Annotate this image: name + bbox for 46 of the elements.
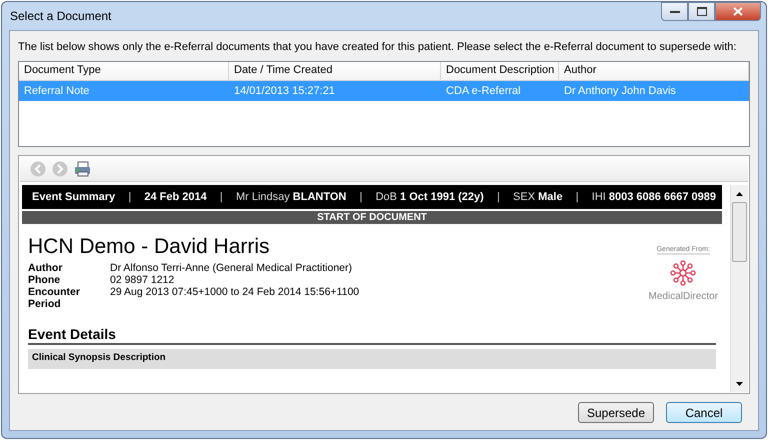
printer-icon[interactable] xyxy=(74,161,91,177)
window-title: Select a Document xyxy=(10,9,112,23)
field-label: Phone xyxy=(28,274,62,286)
table-cell-text: Dr Anthony John Davis xyxy=(563,85,677,97)
banner-text: SEX Male xyxy=(513,191,563,203)
field-value: 02 9897 1212 xyxy=(110,274,176,286)
field-label: Author xyxy=(28,262,64,274)
column-header[interactable]: Date / Time Created xyxy=(229,62,441,80)
close-button[interactable] xyxy=(715,2,761,21)
minimize-button[interactable] xyxy=(661,2,688,21)
scrollbar[interactable] xyxy=(730,185,748,392)
table-cell-text: 14/01/2013 15:27:21 xyxy=(233,85,336,97)
section-heading: Event Details xyxy=(28,326,716,345)
scroll-down-icon[interactable] xyxy=(736,382,743,386)
separator-text: | xyxy=(576,191,579,203)
logo-icon xyxy=(668,258,698,288)
column-header[interactable]: Author xyxy=(559,62,749,80)
document-title: HCN Demo - David Harris xyxy=(28,234,271,260)
separator-text: | xyxy=(220,191,223,203)
scroll-up-icon[interactable] xyxy=(736,192,743,196)
maximize-icon xyxy=(696,7,706,16)
scrollbar-thumb[interactable] xyxy=(732,202,747,262)
separator-text: | xyxy=(360,191,362,203)
start-of-document-label: START OF DOCUMENT xyxy=(317,212,427,223)
banner-text: Event Summary xyxy=(32,191,116,203)
column-header[interactable]: Document Type xyxy=(19,62,229,80)
logo-name: MedicalDirector xyxy=(648,291,718,302)
minimize-icon xyxy=(670,10,680,14)
banner-text: DoB 1 Oct 1991 (22y) xyxy=(376,191,484,203)
field-label: Encounter Period xyxy=(28,286,81,310)
close-icon xyxy=(733,7,743,16)
table-cell-text: Referral Note xyxy=(23,85,90,97)
dialog-button[interactable]: Cancel xyxy=(666,402,742,423)
instruction-text: The list below shows only the e-Referral documents that you have created for this patient. Please select the e-Referral document to supersede with: xyxy=(18,41,738,53)
maximize-button[interactable] xyxy=(688,2,715,21)
column-header[interactable]: Document Description xyxy=(441,62,559,80)
banner-text: 24 Feb 2014 xyxy=(144,191,207,203)
banner-text: IHI 8003 6086 6667 0989 xyxy=(592,191,716,203)
subsection-heading: Clinical Synopsis Description xyxy=(32,352,166,363)
banner-text: Mr Lindsay BLANTON xyxy=(236,191,346,203)
dialog-button[interactable]: Supersede xyxy=(578,402,654,423)
table-cell-text: CDA e-Referral xyxy=(445,85,522,97)
field-value: 29 Aug 2013 07:45+1000 to 24 Feb 2014 15:56+1100 xyxy=(110,286,360,300)
separator-text: | xyxy=(128,191,132,203)
separator-text: | xyxy=(497,191,500,203)
field-value: Dr Alfonso Terri-Anne (General Medical Practitioner) xyxy=(110,262,353,274)
